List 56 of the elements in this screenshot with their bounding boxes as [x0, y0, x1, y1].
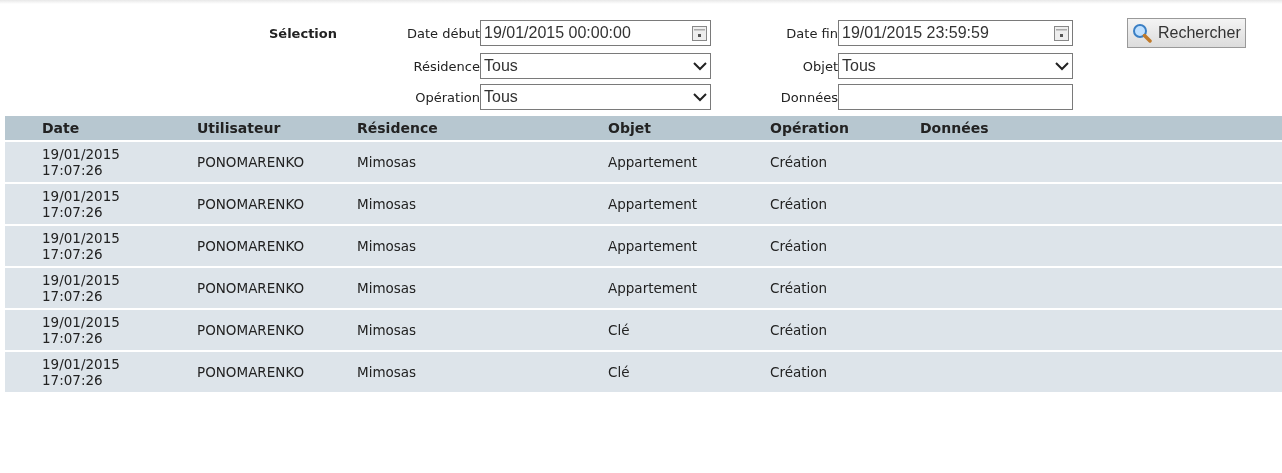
calendar-icon[interactable]	[1054, 25, 1069, 41]
field-label: Objet	[801, 58, 838, 74]
search-icon	[1132, 23, 1152, 43]
table-cell-text: 19/01/2015 17:07:26	[42, 230, 121, 262]
table-cell: Mimosas	[357, 154, 417, 170]
table-cell: Appartement	[608, 154, 698, 170]
date-field[interactable]: 19/01/2015 00:00:00	[480, 20, 711, 46]
table-cell: Clé	[608, 364, 630, 380]
search-button[interactable]: Rechercher	[1127, 18, 1246, 48]
calendar-icon[interactable]	[692, 25, 707, 41]
table-cell: PONOMARENKO	[197, 196, 305, 212]
table-cell: PONOMARENKO	[197, 322, 305, 338]
field-label: Date début	[405, 25, 480, 41]
table-cell: Création	[770, 238, 828, 254]
section-title: Sélection	[268, 25, 337, 41]
field-label: Résidence	[412, 58, 480, 74]
dropdown[interactable]: Tous	[480, 84, 711, 110]
table-cell-text: 19/01/2015 17:07:26	[42, 314, 121, 346]
table-cell: PONOMARENKO	[197, 280, 305, 296]
field-label: Opération	[414, 89, 480, 105]
table-cell: Clé	[608, 322, 630, 338]
table-cell: Mimosas	[357, 196, 417, 212]
table-cell: PONOMARENKO	[197, 238, 305, 254]
table-cell: Création	[770, 280, 828, 296]
table-cell: Mimosas	[357, 364, 417, 380]
chevron-down-icon[interactable]	[1055, 61, 1069, 71]
table-cell: Création	[770, 196, 828, 212]
table-cell-text: 19/01/2015 17:07:26	[42, 272, 121, 304]
table-cell: Appartement	[608, 280, 698, 296]
table-cell: Appartement	[608, 238, 698, 254]
table-cell-text: 19/01/2015 17:07:26	[42, 146, 121, 178]
column-header[interactable]: Utilisateur	[197, 116, 357, 140]
table-cell-text: 19/01/2015 17:07:26	[42, 188, 121, 220]
table-cell: Création	[770, 364, 828, 380]
column-header[interactable]: Objet	[608, 116, 770, 140]
column-header[interactable]: Résidence	[357, 116, 608, 140]
input-field[interactable]	[838, 84, 1073, 110]
table-cell-text: 19/01/2015 17:07:26	[42, 356, 121, 388]
table-cell: Mimosas	[357, 238, 417, 254]
table-cell: PONOMARENKO	[197, 364, 305, 380]
table-cell: Appartement	[608, 196, 698, 212]
chevron-down-icon[interactable]	[693, 92, 707, 102]
table-cell: Création	[770, 322, 828, 338]
column-header[interactable]: Date	[5, 116, 197, 140]
dropdown[interactable]: Tous	[838, 53, 1073, 79]
field-label: Données	[779, 89, 838, 105]
table-cell: Mimosas	[357, 280, 417, 296]
field-label: Date fin	[785, 25, 838, 41]
chevron-down-icon[interactable]	[693, 61, 707, 71]
column-header[interactable]: Opération	[770, 116, 920, 140]
date-field[interactable]: 19/01/2015 23:59:59	[838, 20, 1073, 46]
table-cell: PONOMARENKO	[197, 154, 305, 170]
column-header[interactable]: Données	[920, 116, 1282, 140]
table-cell: Création	[770, 154, 828, 170]
dropdown[interactable]: Tous	[480, 53, 711, 79]
table-cell: Mimosas	[357, 322, 417, 338]
